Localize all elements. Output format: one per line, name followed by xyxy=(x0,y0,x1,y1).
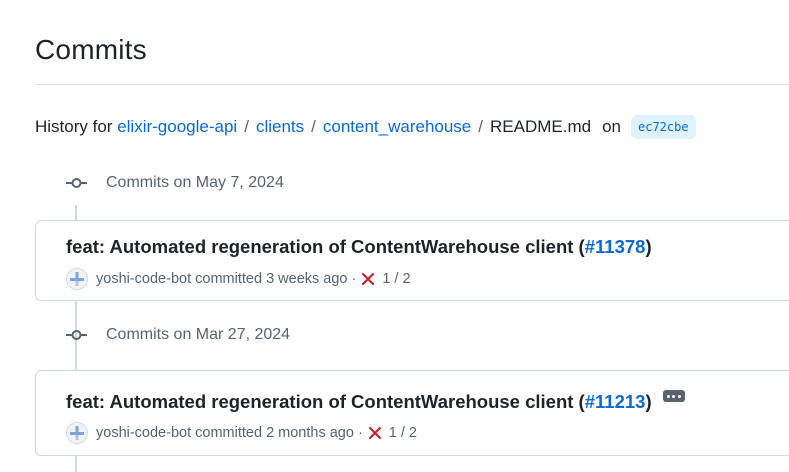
x-icon[interactable] xyxy=(360,271,376,287)
commit-author[interactable]: yoshi-code-bot xyxy=(96,425,191,441)
git-commit-icon xyxy=(66,176,87,190)
pull-request-link[interactable]: #11213 xyxy=(585,391,646,413)
commit-message[interactable]: feat: Automated regeneration of ContentW… xyxy=(66,236,585,258)
commit-action: committed xyxy=(195,425,263,441)
breadcrumb-separator: / xyxy=(311,117,316,136)
commit-message[interactable]: feat: Automated regeneration of ContentW… xyxy=(66,391,585,413)
bot-avatar-icon[interactable] xyxy=(66,422,88,444)
commit-group-header: Commits on Mar 27, 2024 xyxy=(66,326,290,344)
bot-avatar-icon[interactable] xyxy=(66,268,88,290)
commit-title[interactable]: feat: Automated regeneration of ContentW… xyxy=(66,236,652,258)
commit-group-header: Commits on May 7, 2024 xyxy=(66,174,284,192)
commit-author[interactable]: yoshi-code-bot xyxy=(96,271,191,287)
breadcrumb-on-label: on xyxy=(602,117,621,136)
pull-request-link[interactable]: #11378 xyxy=(585,236,646,258)
commit-message-suffix: ) xyxy=(645,236,652,257)
title-divider xyxy=(35,84,789,85)
timeline-line xyxy=(75,456,77,472)
page-title: Commits xyxy=(35,34,147,65)
commit-item: feat: Automated regeneration of ContentW… xyxy=(35,220,789,301)
timeline-line xyxy=(75,205,77,221)
check-status[interactable]: 1 / 2 xyxy=(382,271,410,287)
commit-meta: yoshi-code-bot committed 3 weeks ago · 1… xyxy=(66,268,411,290)
commit-group-date: Commits on May 7, 2024 xyxy=(106,174,284,191)
breadcrumb-link-content-warehouse[interactable]: content_warehouse xyxy=(323,117,471,137)
commit-title[interactable]: feat: Automated regeneration of ContentW… xyxy=(66,390,685,413)
breadcrumb-separator: / xyxy=(478,117,483,136)
commit-action: committed xyxy=(195,271,263,287)
git-commit-icon xyxy=(66,328,87,342)
x-icon[interactable] xyxy=(367,425,383,441)
breadcrumb-separator: / xyxy=(244,117,249,136)
commit-sha-badge[interactable]: ec72cbe xyxy=(631,115,696,139)
commit-item: feat: Automated regeneration of ContentW… xyxy=(35,370,789,456)
meta-separator: · xyxy=(351,271,357,287)
breadcrumb-current-file: README.md xyxy=(490,117,592,136)
ellipsis-icon[interactable] xyxy=(662,390,685,402)
commit-message-suffix: ) xyxy=(645,391,652,412)
commit-group-date: Commits on Mar 27, 2024 xyxy=(106,326,291,343)
breadcrumb-link-clients[interactable]: clients xyxy=(256,117,304,137)
commit-time: 2 months ago xyxy=(266,425,354,441)
commit-time: 3 weeks ago xyxy=(266,271,348,287)
breadcrumb-prefix: History for xyxy=(35,117,113,136)
check-status[interactable]: 1 / 2 xyxy=(389,425,417,441)
meta-separator: · xyxy=(357,425,363,441)
breadcrumb-link-repo[interactable]: elixir-google-api xyxy=(117,117,237,137)
breadcrumb: History for elixir-google-api / clients … xyxy=(35,115,696,139)
commit-meta: yoshi-code-bot committed 2 months ago · … xyxy=(66,422,417,444)
